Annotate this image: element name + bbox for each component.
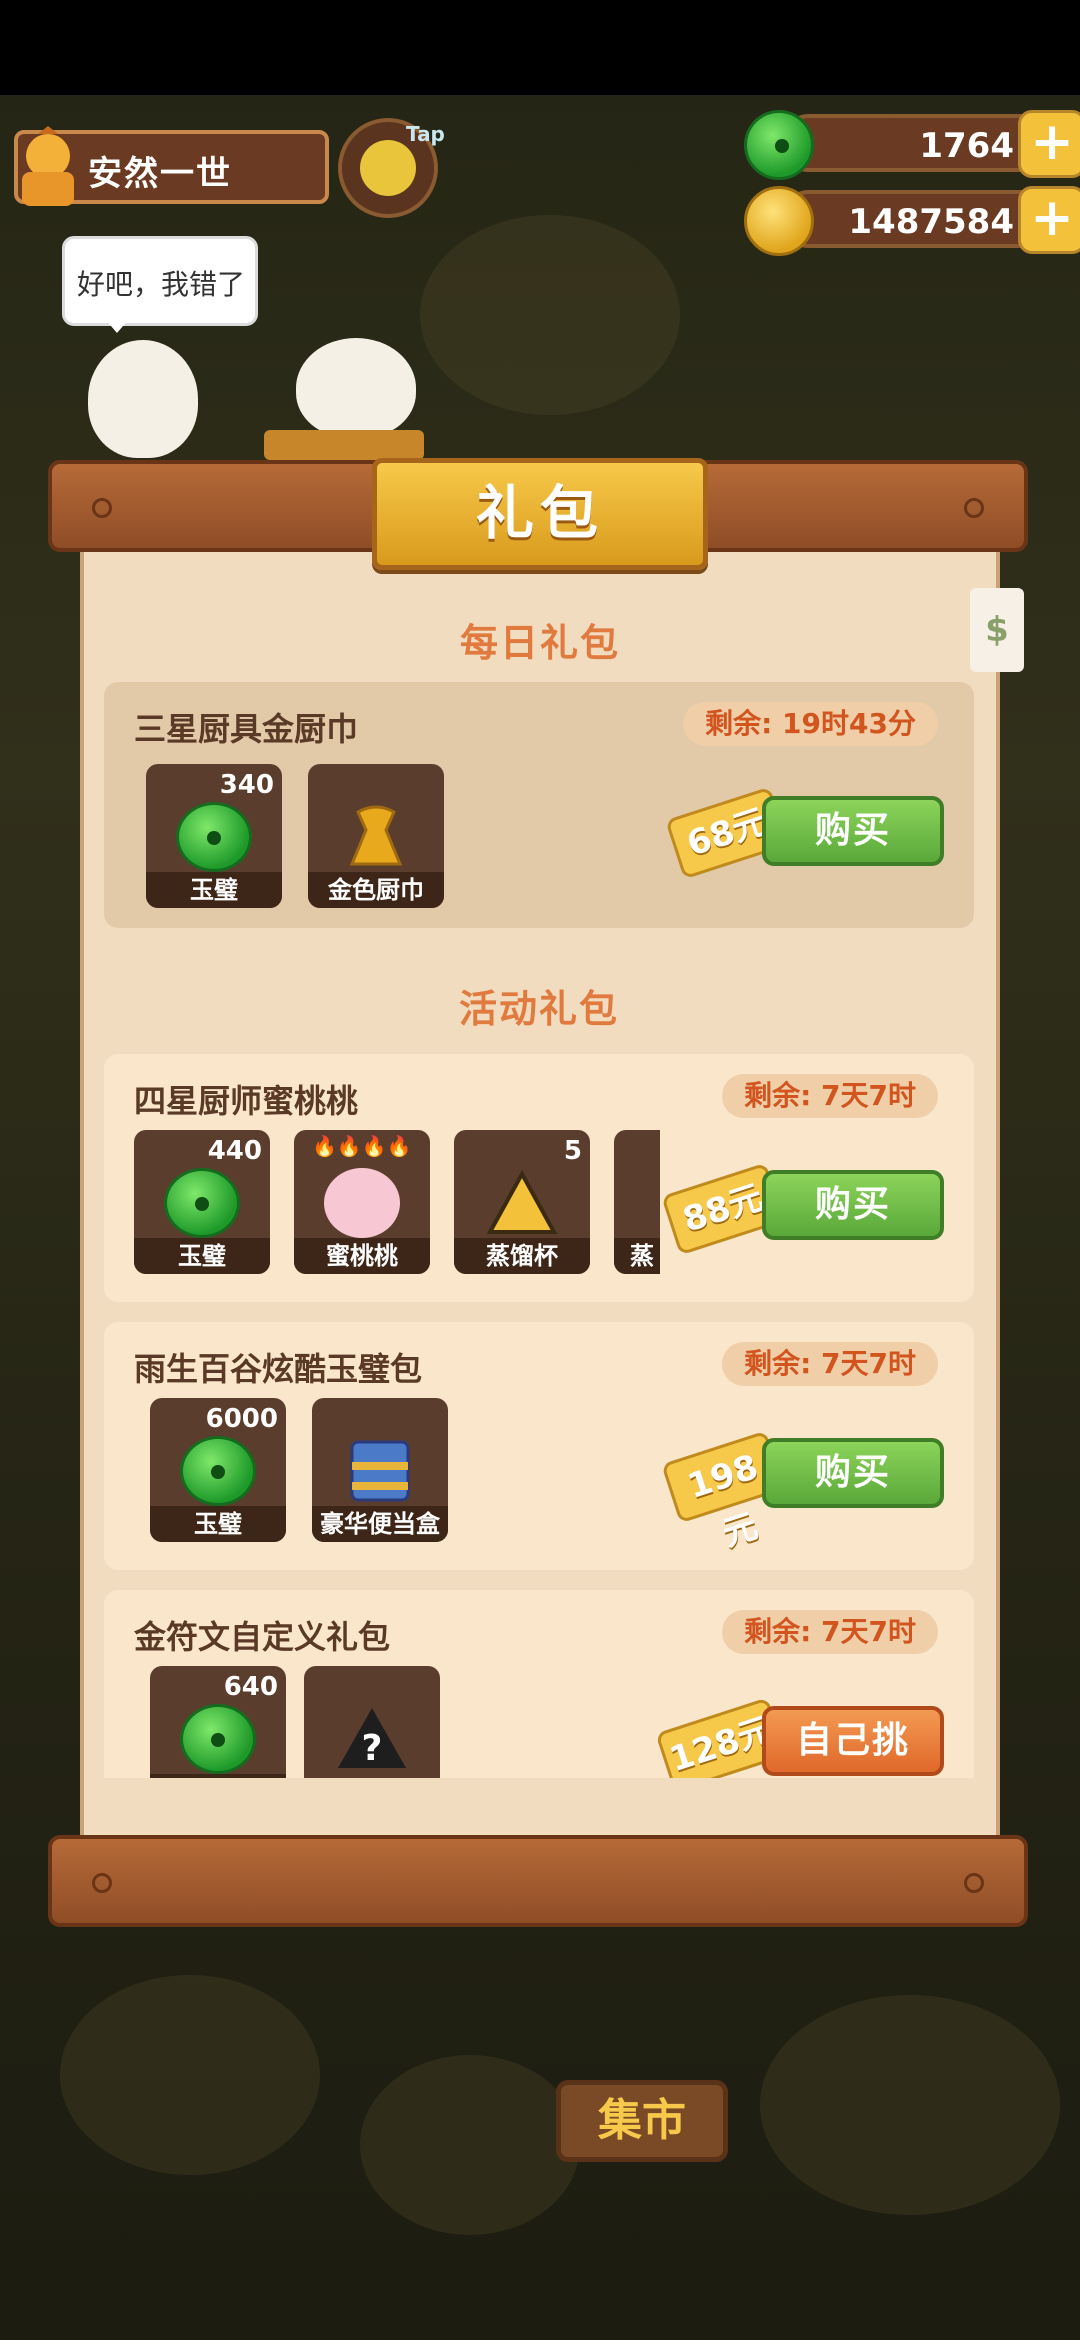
item-label: 蒸	[614, 1238, 660, 1274]
daily-section-title: 每日礼包	[459, 621, 620, 665]
item-label: 蒸馏杯	[454, 1238, 590, 1274]
item-label: 金色厨巾	[308, 872, 444, 908]
buy-button[interactable]: 购买	[762, 1170, 944, 1240]
item-partial[interactable]: 蒸	[614, 1130, 660, 1274]
jade-value: 1764	[919, 126, 1014, 166]
add-jade-button[interactable]: +	[1018, 110, 1080, 178]
item-gold-towel[interactable]: 金色厨巾	[308, 764, 444, 908]
item-steam-cup[interactable]: 5 蒸馏杯	[454, 1130, 590, 1274]
chef-chick-character	[88, 340, 198, 458]
item-jade[interactable]: 6000 玉璧	[150, 1398, 286, 1542]
item-jade[interactable]: 340 玉璧	[146, 764, 282, 908]
panel-title: 礼包	[475, 479, 604, 547]
item-label: 玉璧	[150, 1506, 286, 1542]
coin-counter: 1487584 +	[744, 186, 1080, 256]
item-count: 340	[219, 770, 274, 800]
coin-value: 1487584	[848, 202, 1014, 242]
buy-button[interactable]: 购买	[762, 1438, 944, 1508]
pack-card-event-2: 雨生百谷炫酷玉璧包 剩余: 7天7时 6000 玉璧 豪华便当盒 198元 购买	[104, 1322, 974, 1570]
chick-face-icon	[360, 140, 416, 196]
question-mark-icon: ?	[338, 1708, 406, 1769]
duck-character	[296, 338, 416, 438]
panel-title-plate: 礼包	[372, 458, 708, 570]
jade-icon	[744, 110, 814, 180]
item-label: 蜜桃桃	[294, 1238, 430, 1274]
market-button[interactable]: 集市	[556, 2080, 728, 2162]
coin-icon	[744, 186, 814, 256]
item-label: 玉璧	[146, 872, 282, 908]
peach-chef-icon	[324, 1168, 400, 1238]
pack-title: 金符文自定义礼包	[134, 1618, 391, 1656]
pack-title: 雨生百谷炫酷玉璧包	[134, 1350, 423, 1388]
pack-remaining: 剩余: 19时43分	[683, 702, 938, 746]
speech-text: 好吧，我错了	[77, 268, 246, 301]
item-jade[interactable]: 440 玉璧	[134, 1130, 270, 1274]
pack-title: 四星厨师蜜桃桃	[134, 1082, 359, 1120]
pack-card-daily: 三星厨具金厨巾 剩余: 19时43分 340 玉璧 金色厨巾 68元 购买	[104, 682, 974, 928]
item-count: 6000	[205, 1404, 278, 1434]
player-name-bar[interactable]: 安然一世	[14, 126, 329, 206]
pack-remaining: 剩余: 7天7时	[722, 1074, 938, 1118]
pack-remaining: 剩余: 7天7时	[722, 1342, 938, 1386]
star-flames-icon: 🔥🔥🔥🔥	[312, 1134, 412, 1158]
item-count: 640	[223, 1672, 278, 1702]
item-mystery[interactable]: ?	[304, 1666, 440, 1778]
player-avatar-icon	[22, 126, 74, 206]
item-lunch-box[interactable]: 豪华便当盒	[312, 1398, 448, 1542]
item-jade[interactable]: 640	[150, 1666, 286, 1778]
jade-icon	[180, 1436, 256, 1506]
item-count: 5	[563, 1136, 582, 1166]
jade-icon	[176, 802, 252, 872]
pack-list[interactable]: 三星厨具金厨巾 剩余: 19时43分 340 玉璧 金色厨巾 68元 购买 活动…	[104, 678, 976, 1778]
pack-card-event-1: 四星厨师蜜桃桃 剩余: 7天7时 440 玉璧 🔥🔥🔥🔥 蜜桃桃 5 蒸馏杯 蒸	[104, 1054, 974, 1302]
item-row[interactable]: 440 玉璧 🔥🔥🔥🔥 蜜桃桃 5 蒸馏杯 蒸	[134, 1130, 660, 1280]
player-name: 安然一世	[88, 154, 232, 194]
jade-icon	[180, 1704, 256, 1774]
item-count: 440	[207, 1136, 262, 1166]
buy-button[interactable]: 购买	[762, 796, 944, 866]
scroll-bottom-roller	[48, 1835, 1028, 1927]
jade-counter: 1764 +	[744, 110, 1080, 180]
item-peach-chef[interactable]: 🔥🔥🔥🔥 蜜桃桃	[294, 1130, 430, 1274]
speech-bubble: 好吧，我错了	[62, 236, 258, 333]
steam-cup-icon	[486, 1169, 558, 1234]
add-coins-button[interactable]: +	[1018, 186, 1080, 254]
pack-card-event-3: 金符文自定义礼包 剩余: 7天7时 640 ? 128元 自己挑	[104, 1590, 974, 1778]
nest-icon	[264, 430, 424, 460]
gold-towel-icon	[349, 805, 403, 866]
svg-text:?: ?	[362, 1728, 383, 1769]
lunch-box-icon	[350, 1440, 410, 1502]
item-label	[150, 1774, 286, 1778]
status-bar	[0, 0, 1080, 95]
jade-icon	[164, 1168, 240, 1238]
pack-title: 三星厨具金厨巾	[134, 710, 359, 748]
item-label: 玉璧	[134, 1238, 270, 1274]
pick-yourself-button[interactable]: 自己挑	[762, 1706, 944, 1776]
tap-button[interactable]: Tap	[338, 118, 445, 218]
tap-label: Tap	[406, 122, 445, 146]
item-label: 豪华便当盒	[312, 1506, 448, 1542]
pack-remaining: 剩余: 7天7时	[722, 1610, 938, 1654]
event-section-title: 活动礼包	[458, 987, 619, 1031]
